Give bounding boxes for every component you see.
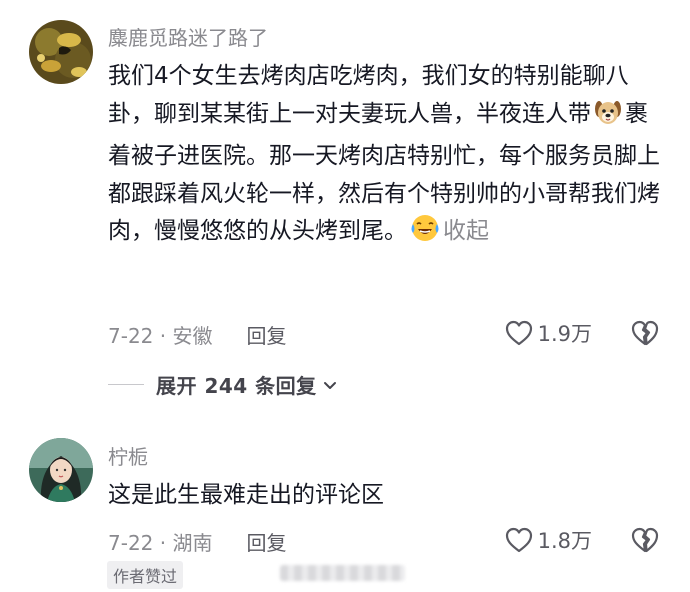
comment-text: 我们4个女生去烤肉店吃烤肉，我们女的特别能聊八卦，聊到某某街上一对夫妻玩人兽，半… bbox=[108, 58, 668, 256]
dislike-button[interactable] bbox=[630, 320, 660, 350]
comment-meta: 7-22 · 湖南 回复 bbox=[108, 527, 286, 556]
dislike-button[interactable] bbox=[630, 527, 660, 557]
laughing-crying-emoji bbox=[410, 213, 440, 256]
chevron-down-icon bbox=[323, 381, 336, 389]
date-location: 7-22 · 湖南 bbox=[108, 531, 213, 555]
like-button[interactable]: 1.9万 bbox=[505, 318, 592, 348]
expand-replies-label: 展开 244 条回复 bbox=[156, 374, 317, 398]
avatar[interactable] bbox=[29, 20, 93, 84]
comment-text: 这是此生最难走出的评论区 bbox=[108, 482, 384, 508]
like-button[interactable]: 1.8万 bbox=[505, 525, 592, 555]
like-count: 1.8万 bbox=[537, 529, 592, 553]
broken-heart-icon bbox=[631, 320, 659, 346]
username[interactable]: 柠栀 bbox=[108, 441, 148, 470]
avatar[interactable] bbox=[29, 438, 93, 502]
comment-text-part-1: 我们4个女生去烤肉店吃烤肉，我们女的特别能聊八卦，聊到某某街上一对夫妻玩人兽，半… bbox=[108, 63, 629, 127]
collapse-link[interactable]: 收起 bbox=[443, 218, 489, 244]
like-count: 1.9万 bbox=[537, 322, 592, 346]
blurred-watermark bbox=[280, 565, 405, 581]
author-liked-badge: 作者赞过 bbox=[107, 561, 184, 589]
divider-line bbox=[108, 384, 144, 385]
username[interactable]: 麋鹿觅路迷了路了 bbox=[108, 22, 268, 51]
broken-heart-icon bbox=[631, 527, 659, 553]
comment-meta: 7-22 · 安徽 回复 bbox=[108, 320, 286, 349]
dog-face-emoji bbox=[594, 98, 622, 139]
reply-button[interactable]: 回复 bbox=[246, 531, 286, 555]
expand-replies-button[interactable]: 展开 244 条回复 bbox=[108, 370, 339, 399]
reply-button[interactable]: 回复 bbox=[246, 324, 286, 348]
date-location: 7-22 · 安徽 bbox=[108, 324, 213, 348]
heart-icon bbox=[505, 527, 532, 553]
heart-icon bbox=[505, 320, 532, 346]
